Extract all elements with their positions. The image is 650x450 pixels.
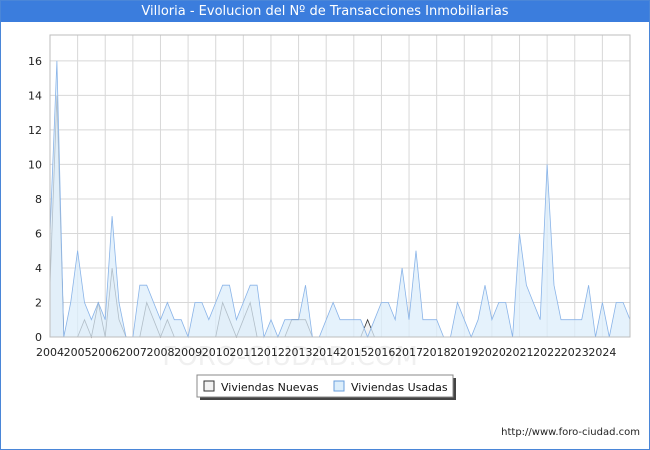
x-tick-label: 2009 <box>174 346 202 359</box>
x-tick-label: 2004 <box>36 346 64 359</box>
x-tick-label: 2008 <box>146 346 174 359</box>
x-tick-label: 2006 <box>91 346 119 359</box>
line-viviendas-nuevas <box>49 95 624 339</box>
x-tick-label: 2014 <box>312 346 340 359</box>
x-tick-label: 2019 <box>450 346 478 359</box>
y-tick-label: 0 <box>35 331 42 344</box>
x-tick-label: 2018 <box>423 346 451 359</box>
x-tick-label: 2017 <box>395 346 423 359</box>
x-tick-label: 2020 <box>478 346 506 359</box>
x-tick-label: 2011 <box>229 346 257 359</box>
y-tick-label: 8 <box>35 193 42 206</box>
y-tick-label: 16 <box>28 55 42 68</box>
y-axis-ticks: 0 2 4 6 8 10 12 14 16 <box>28 55 42 344</box>
legend-label-usadas: Viviendas Usadas <box>351 381 448 394</box>
x-tick-label: 2015 <box>340 346 368 359</box>
x-tick-label: 2024 <box>588 346 616 359</box>
y-tick-label: 12 <box>28 124 42 137</box>
chart-canvas: FORO-CIUDAD.COM 0246810121416 2004 2005 20… <box>28 34 631 400</box>
source-url: http://www.foro-ciudad.com <box>501 427 640 438</box>
legend-swatch-usadas <box>333 380 345 392</box>
y-tick-label: 6 <box>35 227 42 240</box>
x-tick-label: 2022 <box>533 346 561 359</box>
legend: Viviendas Nuevas Viviendas Usadas <box>196 374 456 400</box>
x-tick-label: 2012 <box>257 346 285 359</box>
x-tick-label: 2007 <box>119 346 147 359</box>
x-tick-label: 2021 <box>506 346 534 359</box>
y-tick-label: 4 <box>35 262 42 275</box>
x-tick-label: 2023 <box>561 346 589 359</box>
x-tick-label: 2016 <box>367 346 395 359</box>
area-viviendas-nuevas <box>50 95 624 338</box>
legend-swatch-nuevas <box>203 380 215 392</box>
y-tick-label: 2 <box>35 296 42 309</box>
legend-label-nuevas: Viviendas Nuevas <box>221 381 319 394</box>
x-tick-label: 2010 <box>202 346 230 359</box>
y-tick-label: 14 <box>28 89 42 102</box>
x-tick-label: 2013 <box>285 346 313 359</box>
y-tick-label: 10 <box>28 158 42 171</box>
x-tick-label: 2005 <box>64 346 92 359</box>
x-axis-ticks: 2004 2005 2006 2007 2008 2009 2010 2011 2012 2013… <box>36 346 616 359</box>
